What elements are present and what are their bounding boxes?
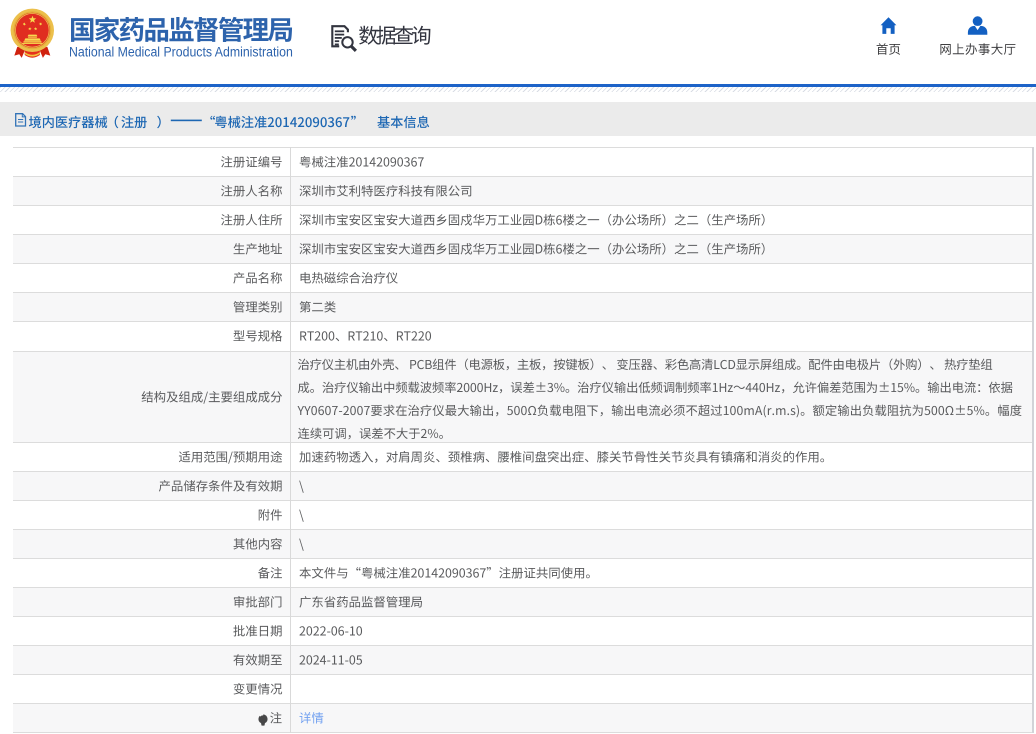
svg-text:National Medical Products Admi: National Medical Products Administration (69, 45, 293, 60)
